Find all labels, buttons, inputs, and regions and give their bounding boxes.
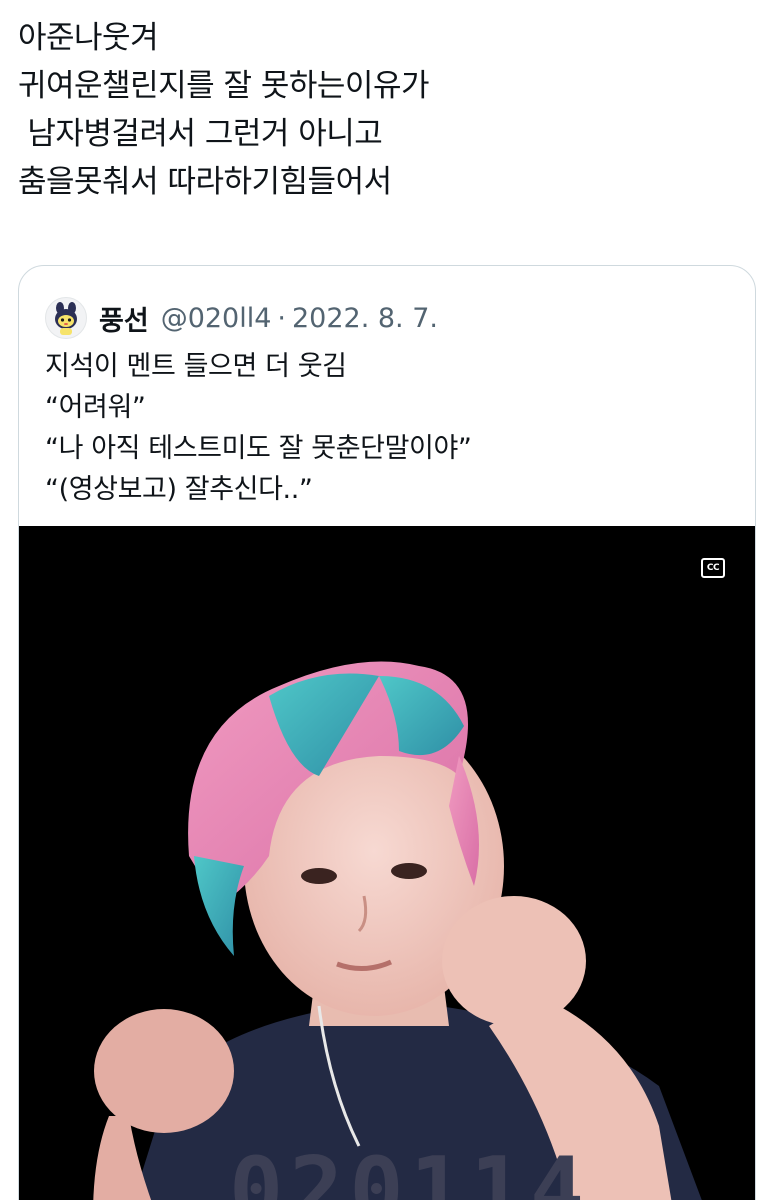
- tweet-text-line: 남자병걸려서 그런거 아니고: [18, 116, 383, 152]
- shirt-text: 020114: [229, 1138, 590, 1200]
- user-handle[interactable]: @020ll4: [161, 303, 272, 334]
- avatar[interactable]: [45, 297, 87, 339]
- post-date[interactable]: 2022. 8. 7.: [292, 303, 438, 334]
- quoted-tweet-line: “(영상보고) 잘추신다..”: [45, 474, 313, 505]
- video-player[interactable]: 020114 CC: [19, 526, 755, 1200]
- display-name[interactable]: 풍선: [99, 299, 149, 338]
- quoted-tweet-line: “어려워”: [45, 392, 146, 423]
- quoted-tweet-header: 풍선 @020ll4 · 2022. 8. 7.: [45, 296, 438, 340]
- quoted-tweet-line: 지석이 멘트 들으면 더 웃김: [45, 351, 347, 382]
- quoted-tweet-card[interactable]: 풍선 @020ll4 · 2022. 8. 7. 지석이 멘트 들으면 더 웃김…: [18, 265, 756, 1200]
- tweet-text-line: 아준나웃겨: [18, 20, 159, 56]
- separator-dot: ·: [277, 302, 286, 334]
- quoted-tweet-line: “나 아직 테스트미도 잘 못춘단말이야”: [45, 433, 472, 464]
- tweet-text-line: 춤을못춰서 따라하기힘들어서: [18, 164, 392, 200]
- tweet-text: 아준나웃겨 귀여운챌린지를 잘 못하는이유가 남자병걸려서 그런거 아니고 춤을…: [18, 14, 758, 206]
- closed-captions-icon[interactable]: CC: [701, 558, 725, 578]
- video-frame: 020114: [19, 526, 755, 1200]
- tweet-text-line: 귀여운챌린지를 잘 못하는이유가: [18, 68, 430, 104]
- tamagotchi-character-avatar-icon: [55, 302, 77, 335]
- quoted-tweet-text: 지석이 멘트 들으면 더 웃김 “어려워” “나 아직 테스트미도 잘 못춘단말…: [45, 346, 735, 510]
